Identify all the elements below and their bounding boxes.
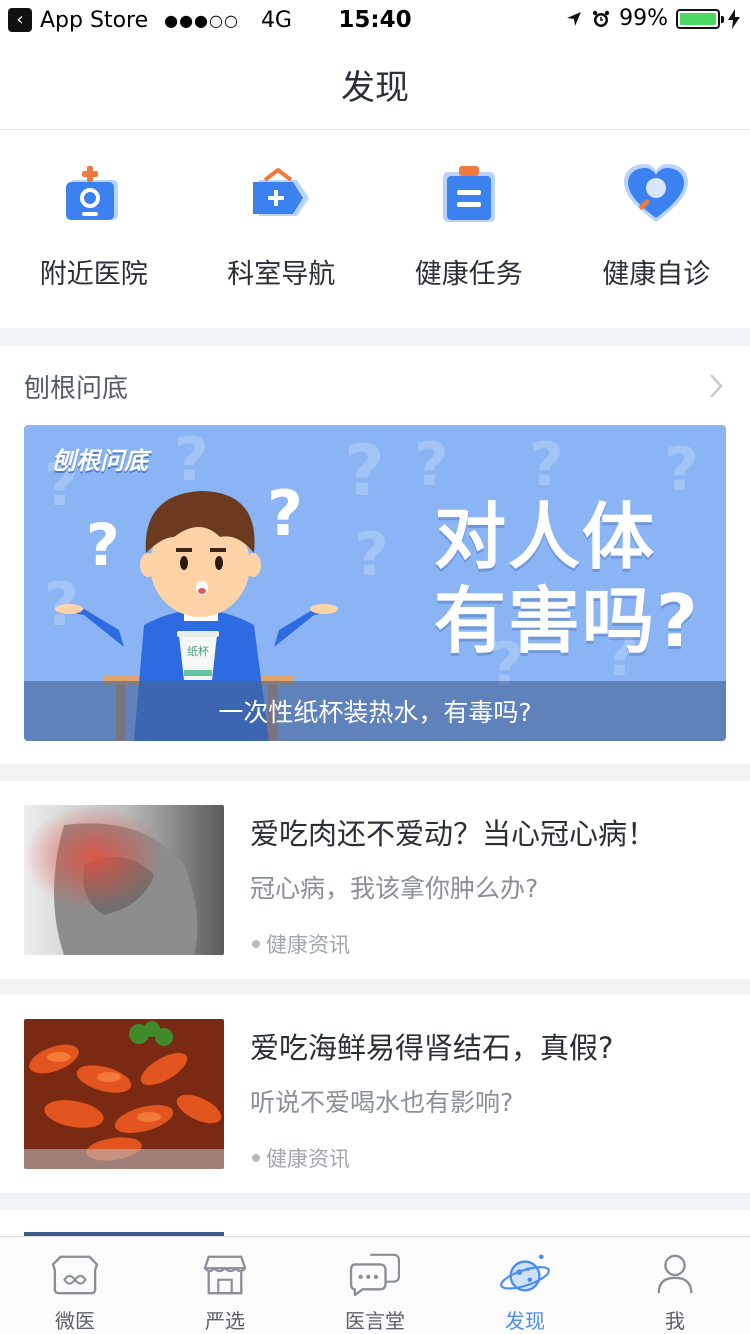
navigation-bar: 发现 (0, 40, 750, 130)
planet-icon (500, 1254, 550, 1292)
svg-text:?: ? (344, 430, 385, 512)
location-arrow-icon (567, 11, 582, 26)
article-tag: 健康资讯 (252, 929, 350, 959)
svg-text:?: ? (414, 430, 449, 500)
tab-label: 发现 (505, 1309, 545, 1333)
article-thumbnail-crayfish (24, 1019, 224, 1169)
article-card[interactable]: 爱吃肉还不爱动？当心冠心病！ 冠心病，我该拿你肿么办? 健康资讯 (0, 781, 750, 979)
chat-bubbles-icon (349, 1253, 401, 1297)
article-thumbnail-chest-pain (24, 805, 224, 955)
quick-entry-nearby-hospitals[interactable]: 附近医院 (0, 130, 188, 328)
page-title: 发现 (341, 68, 409, 108)
battery-percent: 99% (619, 6, 668, 31)
tab-yiyantang[interactable]: 医言堂 (300, 1237, 450, 1334)
store-icon (203, 1255, 247, 1295)
featured-section: 刨根问底 ? ? ? ? ? ? ? ? ? ? ? ? (0, 346, 750, 764)
cup-label: 纸杯 (187, 644, 209, 658)
charging-bolt-icon (728, 8, 740, 29)
section-header[interactable]: 刨根问底 (0, 346, 750, 426)
quick-entry-row: 附近医院 科室导航 健康任务 健康自诊 (0, 130, 750, 328)
quick-entry-health-self-diagnosis[interactable]: 健康自诊 (563, 130, 750, 328)
quick-entry-department-navigation[interactable]: 科室导航 (188, 130, 376, 328)
svg-text:?: ? (86, 511, 120, 579)
article-title: 爱吃肉还不爱动？当心冠心病！ (250, 817, 657, 851)
status-bar: ‹ App Store ●●●○○ 4G 15:40 99% (0, 0, 750, 40)
quick-entry-label: 健康任务 (414, 259, 523, 290)
tag-dot-icon (252, 1154, 260, 1162)
banner-logo: 刨根问底 (52, 447, 148, 475)
banner-headline: 对人体 有害吗? (434, 495, 700, 663)
battery-icon (676, 8, 724, 29)
svg-text:?: ? (529, 430, 564, 500)
featured-banner[interactable]: ? ? ? ? ? ? ? ? ? ? ? ? (24, 425, 726, 741)
tab-label: 我 (665, 1309, 685, 1333)
person-icon (657, 1254, 693, 1294)
chevron-right-icon[interactable] (706, 372, 726, 400)
section-title: 刨根问底 (24, 373, 129, 404)
article-card[interactable]: 爱吃海鲜易得肾结石，真假? 听说不爱喝水也有影响? 健康资讯 (0, 995, 750, 1193)
hospital-icon (65, 166, 118, 220)
alarm-icon (592, 10, 610, 27)
article-tag-label: 健康资讯 (266, 1147, 350, 1171)
department-tag-icon (253, 168, 310, 216)
tab-me[interactable]: 我 (600, 1237, 750, 1334)
quick-entry-health-tasks[interactable]: 健康任务 (375, 130, 563, 328)
article-title: 爱吃海鲜易得肾结石，真假? (250, 1031, 614, 1065)
banner-headline-line2: 有害吗? (434, 579, 700, 663)
tab-yanxuan[interactable]: 严选 (150, 1237, 300, 1334)
article-tag: 健康资讯 (252, 1143, 350, 1173)
article-tag-label: 健康资讯 (266, 933, 350, 957)
weiyi-bear-icon (51, 1255, 99, 1295)
article-subtitle: 冠心病，我该拿你肿么办? (250, 874, 539, 903)
quick-entry-label: 科室导航 (227, 259, 336, 290)
tab-label: 医言堂 (345, 1309, 405, 1333)
clipboard-icon (442, 166, 495, 222)
tab-discover[interactable]: 发现 (450, 1237, 600, 1334)
banner-headline-line1: 对人体 (434, 495, 657, 579)
article-subtitle: 听说不爱喝水也有影响? (250, 1088, 514, 1117)
banner-caption: 一次性纸杯装热水，有毒吗? (24, 681, 726, 741)
svg-text:?: ? (174, 425, 209, 495)
quick-entry-label: 附近医院 (39, 259, 148, 290)
tag-dot-icon (252, 940, 260, 948)
tab-label: 严选 (205, 1309, 245, 1333)
tab-weiyi[interactable]: 微医 (0, 1237, 150, 1334)
quick-entry-label: 健康自诊 (602, 259, 711, 290)
tab-label: 微医 (55, 1309, 95, 1333)
svg-text:?: ? (354, 520, 389, 590)
heart-search-icon (624, 164, 689, 222)
svg-text:?: ? (267, 477, 303, 550)
tab-bar: 微医 严选 医言堂 发现 我 (0, 1236, 750, 1334)
